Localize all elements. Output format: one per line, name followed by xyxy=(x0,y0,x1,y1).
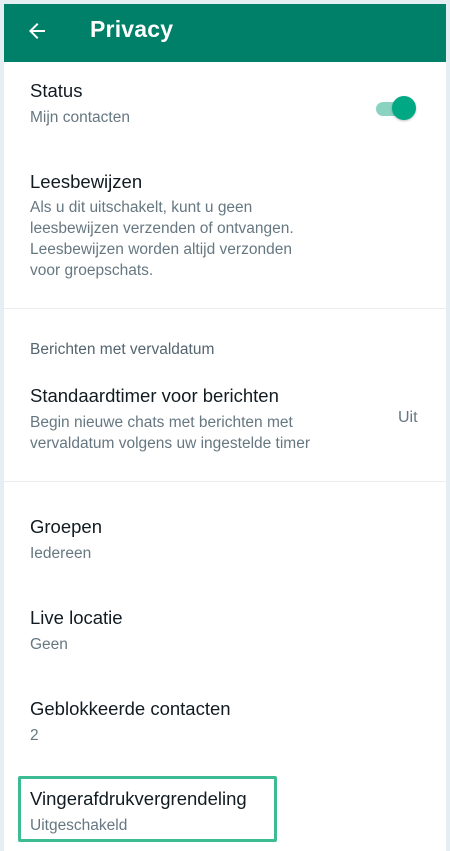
read-receipts-row[interactable]: Leesbewijzen Als u dit uitschakelt, kunt… xyxy=(4,164,446,304)
default-timer-value: Uit xyxy=(398,409,418,426)
divider xyxy=(4,308,446,309)
fingerprint-lock-row[interactable]: Vingerafdrukvergrendeling Uitgeschakeld xyxy=(4,779,446,841)
status-value: Mijn contacten xyxy=(30,109,130,126)
groups-row[interactable]: Groepen Iedereen xyxy=(4,504,446,580)
privacy-screen: Privacy Status Mijn contacten Leesbewijz… xyxy=(4,4,446,851)
live-location-value: Geen xyxy=(30,636,68,653)
default-timer-row[interactable]: Standaardtimer voor berichten Begin nieu… xyxy=(4,376,446,466)
section-header-disappearing: Berichten met vervaldatum xyxy=(30,341,215,358)
blocked-contacts-title: Geblokkeerde contacten xyxy=(30,698,231,719)
read-receipts-toggle[interactable] xyxy=(376,96,416,122)
groups-title: Groepen xyxy=(30,516,102,537)
arrow-left-icon xyxy=(29,23,45,39)
page-title: Privacy xyxy=(90,16,174,42)
read-receipts-title: Leesbewijzen xyxy=(30,171,143,192)
blocked-contacts-count: 2 xyxy=(30,727,39,744)
app-bar: Privacy xyxy=(4,4,446,62)
default-timer-description-line-1: Begin nieuwe chats met berichten met xyxy=(30,414,293,431)
fingerprint-lock-value: Uitgeschakeld xyxy=(30,817,128,834)
status-title: Status xyxy=(30,80,83,101)
live-location-row[interactable]: Live locatie Geen xyxy=(4,596,446,672)
divider xyxy=(4,481,446,482)
groups-value: Iedereen xyxy=(30,545,92,562)
default-timer-title: Standaardtimer voor berichten xyxy=(30,385,279,406)
fingerprint-lock-title: Vingerafdrukvergrendeling xyxy=(30,788,247,809)
read-receipts-description-line-3: Leesbewijzen worden altijd verzonden xyxy=(30,241,292,258)
live-location-title: Live locatie xyxy=(30,607,123,628)
read-receipts-description-line-2: leesbewijzen verzenden of ontvangen. xyxy=(30,220,294,237)
read-receipts-description-line-1: Als u dit uitschakelt, kunt u geen xyxy=(30,199,253,216)
back-button[interactable] xyxy=(22,16,52,46)
read-receipts-description-line-4: voor groepschats. xyxy=(30,262,154,279)
toggle-thumb xyxy=(392,96,416,120)
default-timer-description-line-2: vervaldatum volgens uw ingestelde timer xyxy=(30,435,310,452)
blocked-contacts-row[interactable]: Geblokkeerde contacten 2 xyxy=(4,687,446,763)
